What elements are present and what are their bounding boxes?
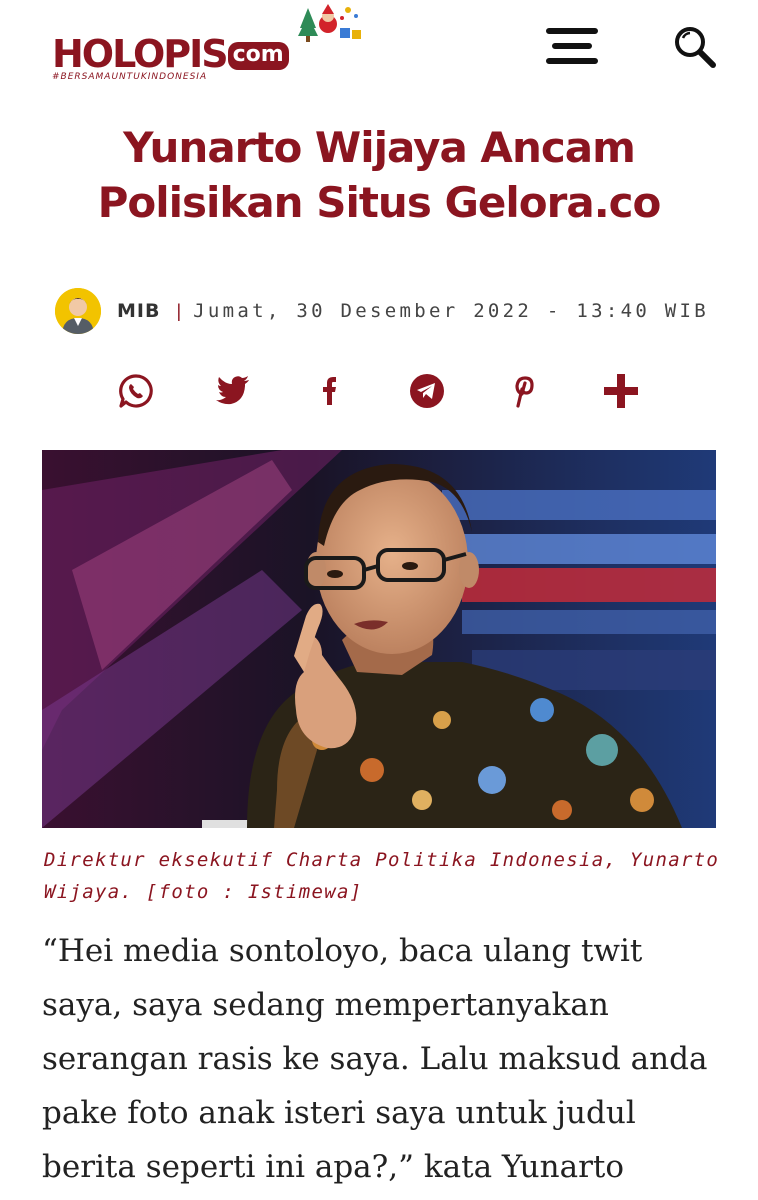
share-more-button[interactable] (597, 366, 645, 416)
article-meta: MIB | Jumat, 30 Desember 2022 - 13:40 WI… (55, 288, 709, 334)
whatsapp-icon (119, 374, 153, 408)
share-telegram-button[interactable] (403, 366, 451, 416)
share-facebook-button[interactable] (306, 366, 354, 416)
telegram-icon (410, 374, 444, 408)
search-icon[interactable] (672, 24, 718, 70)
logo-text: HOLOPIS (52, 32, 229, 76)
share-twitter-button[interactable] (209, 366, 257, 416)
meta-separator: | (176, 300, 182, 321)
photo-caption: Direktur eksekutif Charta Politika Indon… (44, 849, 720, 903)
site-logo[interactable]: HOLOPIS com #BERSAMAUNTUKINDONESIA (52, 4, 361, 82)
article-photo (42, 450, 716, 828)
site-header: HOLOPIS com #BERSAMAUNTUKINDONESIA (0, 0, 758, 100)
facebook-icon (323, 377, 336, 405)
avatar-person-icon (55, 288, 101, 334)
article-title: Yunarto Wijaya Ancam Polisikan Situs Gel… (97, 123, 662, 227)
author-avatar[interactable] (55, 288, 101, 334)
twitter-icon (216, 376, 249, 405)
article-body: “Hei media sontoloyo, baca ulang twit sa… (42, 933, 708, 1185)
menu-button[interactable] (546, 28, 598, 64)
logo-com: com (227, 42, 289, 70)
publish-date: Jumat, 30 Desember 2022 - 13:40 WIB (193, 300, 710, 322)
article-photo-image (42, 450, 716, 828)
pinterest-icon (515, 376, 534, 408)
share-whatsapp-button[interactable] (112, 366, 160, 416)
author-name[interactable]: MIB (117, 300, 160, 322)
share-pinterest-button[interactable] (500, 366, 548, 416)
share-bar (112, 366, 652, 416)
holiday-decoration-icon (298, 4, 361, 42)
plus-icon (604, 374, 638, 408)
logo-tagline: #BERSAMAUNTUKINDONESIA (52, 72, 208, 82)
